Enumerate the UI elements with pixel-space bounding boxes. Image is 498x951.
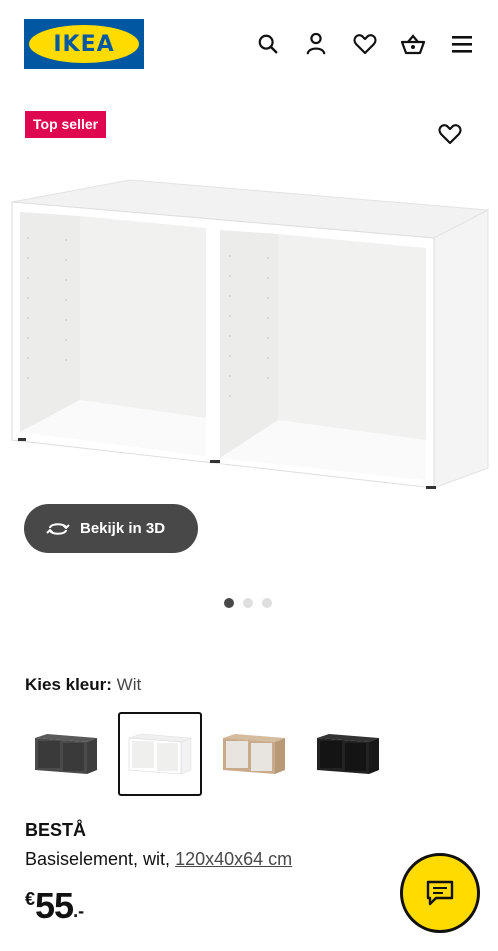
- product-price: € 55 .-: [25, 885, 84, 927]
- swatch-image: [128, 733, 192, 775]
- top-seller-badge: Top seller: [25, 111, 107, 138]
- chat-button[interactable]: [400, 853, 480, 933]
- carousel-dot[interactable]: [224, 598, 234, 608]
- header: IKEA: [0, 0, 498, 90]
- swatch-image: [223, 734, 285, 774]
- chat-icon: [426, 880, 454, 906]
- price-amount: 55: [35, 885, 74, 926]
- menu-icon[interactable]: [448, 30, 476, 58]
- carousel-indicator: [224, 598, 272, 608]
- add-to-favourites-button[interactable]: [434, 118, 466, 150]
- logo-text: IKEA: [53, 31, 115, 57]
- product-image: [11, 179, 490, 489]
- swatch-white[interactable]: [118, 712, 202, 796]
- view-in-3d-button[interactable]: Bekijk in 3D: [24, 504, 198, 553]
- view-in-3d-label: Bekijk in 3D: [80, 520, 166, 537]
- swatch-black-brown[interactable]: [306, 712, 390, 796]
- heart-icon: [438, 124, 462, 145]
- color-label-key: Kies kleur:: [25, 675, 112, 694]
- product-description: Basiselement, wit, 120x40x64 cm: [25, 849, 292, 870]
- swatch-oak-effect[interactable]: [212, 712, 296, 796]
- price-decimals: .-: [73, 901, 85, 921]
- carousel-dot[interactable]: [243, 598, 253, 608]
- product-type: Basiselement, wit,: [25, 849, 171, 869]
- logo-oval: IKEA: [29, 25, 139, 63]
- swatch-image: [317, 734, 379, 774]
- favourites-icon[interactable]: [351, 30, 379, 58]
- rotate-3d-icon: [46, 522, 70, 535]
- color-picker-label: Kies kleur: Wit: [25, 675, 141, 695]
- ikea-logo[interactable]: IKEA: [24, 19, 144, 69]
- swatch-image: [35, 734, 97, 774]
- cart-icon[interactable]: [399, 30, 427, 58]
- account-icon[interactable]: [302, 30, 330, 58]
- product-name: BESTÅ: [25, 820, 87, 840]
- product-dimensions-link[interactable]: 120x40x64 cm: [175, 849, 292, 869]
- price-currency: €: [25, 889, 36, 909]
- color-label-value: Wit: [116, 675, 142, 694]
- carousel-dot[interactable]: [262, 598, 272, 608]
- search-icon[interactable]: [254, 30, 282, 58]
- swatch-dark-grey[interactable]: [24, 712, 108, 796]
- color-swatches: [24, 712, 390, 796]
